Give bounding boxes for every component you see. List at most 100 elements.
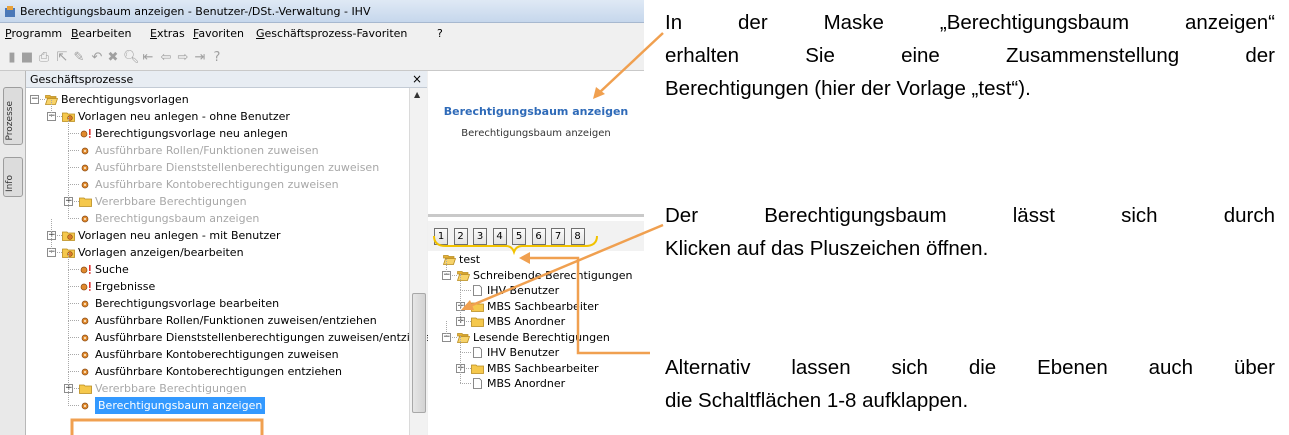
collapse-icon[interactable]: − [30, 95, 39, 104]
tree-connector-line [68, 338, 69, 355]
tree-item[interactable]: IHV Benutzer [487, 282, 559, 299]
tree-item[interactable]: Schreibende Berechtigungen [473, 267, 632, 284]
print-icon[interactable]: ⎙ [37, 50, 51, 66]
callout-line: Klicken auf das Pluszeichen öffnen. [665, 237, 989, 260]
menu-bar: Programm Bearbeiten Extras Favoriten Ges… [0, 23, 644, 45]
tree-item[interactable]: MBS Anordner [487, 375, 565, 392]
tree-item[interactable]: Berechtigungsbaum anzeigen [95, 397, 266, 414]
scroll-up-icon[interactable]: ▲ [414, 90, 420, 99]
folder-open-icon [457, 332, 470, 343]
tree-item[interactable]: MBS Anordner [487, 313, 565, 330]
tree-item[interactable]: Vorlagen neu anlegen - mit Benutzer [78, 227, 281, 244]
tree-item[interactable]: Ausführbare Rollen/Funktionen zuweisen [95, 142, 319, 159]
tree-item[interactable]: Ausführbare Kontoberechtigungen entziehe… [95, 363, 342, 380]
tree-item[interactable]: MBS Sachbearbeiter [487, 360, 599, 377]
menu-extras[interactable]: Extras [150, 23, 185, 45]
tree-connector-line [68, 286, 79, 287]
menu-help[interactable]: ? [437, 23, 443, 45]
tree-connector-line [460, 352, 471, 353]
tree-connector-line [68, 117, 69, 134]
level-button-2[interactable]: 2 [453, 228, 468, 245]
tree-connector-line [460, 305, 461, 321]
tree-item[interactable]: Berechtigungsvorlage bearbeiten [95, 295, 279, 312]
process-step-icon [81, 164, 89, 172]
menu-bearbeiten[interactable]: Bearbeiten [71, 23, 131, 45]
close-icon[interactable]: × [412, 71, 422, 87]
tree-item[interactable]: IHV Benutzer [487, 344, 559, 361]
tab-info[interactable]: Info [3, 157, 23, 197]
process-step-icon [81, 351, 89, 359]
tree-connector-line [446, 258, 447, 274]
tree-item[interactable]: Berechtigungsbaum anzeigen [95, 210, 259, 227]
tree-item[interactable]: test [459, 251, 480, 268]
tree-item[interactable]: Ergebnisse [95, 278, 155, 295]
process-step-icon [81, 402, 89, 410]
window-title: Berechtigungsbaum anzeigen - Benutzer-/D… [20, 5, 371, 18]
tree-item[interactable]: Berechtigungsvorlage neu anlegen [95, 125, 288, 142]
tree-connector-line [68, 355, 69, 372]
tree-connector-line [460, 367, 461, 383]
tree-connector-line [68, 185, 69, 202]
edit-icon[interactable]: ✎ [72, 50, 86, 66]
last-icon[interactable]: ⇥ [193, 50, 207, 66]
tree-item[interactable]: Vererbbare Berechtigungen [95, 193, 247, 210]
tree-connector-line [68, 269, 79, 270]
tree-item[interactable]: Lesende Berechtigungen [473, 329, 610, 346]
menu-programm[interactable]: Programm [5, 23, 62, 45]
callout-line: Der Berechtigungsbaum lässt sich durch [665, 204, 1275, 227]
tree-item[interactable]: Ausführbare Dienststellenberechtigungen … [95, 329, 437, 346]
folder-icon [471, 302, 484, 312]
forward-icon[interactable]: ⇨ [176, 50, 190, 66]
document-icon [473, 347, 482, 358]
tree-connector-line [68, 372, 69, 389]
tree-connector-line [51, 219, 52, 236]
tree-connector-line [460, 290, 471, 291]
level-button-4[interactable]: 4 [492, 228, 507, 245]
tree-item[interactable]: Berechtigungsvorlagen [61, 91, 189, 108]
search-icon[interactable]: 🔍︎ [123, 50, 140, 66]
tree-connector-line [68, 150, 79, 151]
level-button-8[interactable]: 8 [570, 228, 585, 245]
new-icon[interactable]: ▮ [5, 50, 19, 66]
tree-item[interactable]: Suche [95, 261, 129, 278]
tree-item[interactable]: MBS Sachbearbeiter [487, 298, 599, 315]
tree-item[interactable]: Ausführbare Rollen/Funktionen zuweisen/e… [95, 312, 377, 329]
export-icon[interactable]: ⇱ [55, 50, 69, 66]
tree-item[interactable]: Vererbbare Berechtigungen [95, 380, 247, 397]
side-tab-strip: Prozesse Info [0, 71, 26, 435]
scroll-thumb[interactable] [412, 293, 426, 413]
level-button-6[interactable]: 6 [531, 228, 546, 245]
tree-connector-line [68, 218, 79, 219]
level-button-3[interactable]: 3 [473, 228, 487, 245]
delete-icon[interactable]: ✖ [106, 50, 120, 66]
menu-favoriten[interactable]: Favoriten [193, 23, 244, 45]
tab-prozesse[interactable]: Prozesse [3, 87, 23, 145]
tree-item[interactable]: Ausführbare Kontoberechtigungen zuweisen [95, 176, 339, 193]
folder-open-icon [457, 270, 470, 281]
level-button-1[interactable]: 1 [434, 228, 448, 245]
save-icon[interactable]: ■ [20, 50, 34, 66]
undo-icon[interactable]: ↶ [90, 50, 104, 66]
tree-item[interactable]: Ausführbare Kontoberechtigungen zuweisen [95, 346, 339, 363]
folder-icon [471, 317, 484, 327]
app-icon [5, 6, 15, 17]
callout-mask-description: In der Maske „Berechtigungsbaum anzeigen… [665, 6, 1275, 105]
tree-connector-line [68, 202, 69, 219]
panel-splitter[interactable] [428, 214, 644, 217]
mask-subtitle: Berechtigungsbaum anzeigen [461, 128, 611, 139]
process-scrollbar[interactable]: ▲ [409, 88, 427, 435]
tree-connector-line [68, 270, 69, 287]
tree-item[interactable]: Ausführbare Dienststellenberechtigungen … [95, 159, 379, 176]
first-icon[interactable]: ⇤ [141, 50, 155, 66]
tree-connector-line [68, 371, 79, 372]
level-button-7[interactable]: 7 [551, 228, 565, 245]
process-step-icon [81, 300, 89, 308]
tree-connector-line [68, 337, 79, 338]
tree-item[interactable]: Vorlagen neu anlegen - ohne Benutzer [78, 108, 290, 125]
level-button-5[interactable]: 5 [512, 228, 526, 245]
help-icon[interactable]: ? [210, 50, 224, 66]
tree-item[interactable]: Vorlagen anzeigen/bearbeiten [78, 244, 244, 261]
tree-connector-line [460, 351, 461, 367]
menu-geschaeftsprozess-favoriten[interactable]: Geschäftsprozess-Favoriten [256, 23, 407, 45]
back-icon[interactable]: ⇦ [159, 50, 173, 66]
